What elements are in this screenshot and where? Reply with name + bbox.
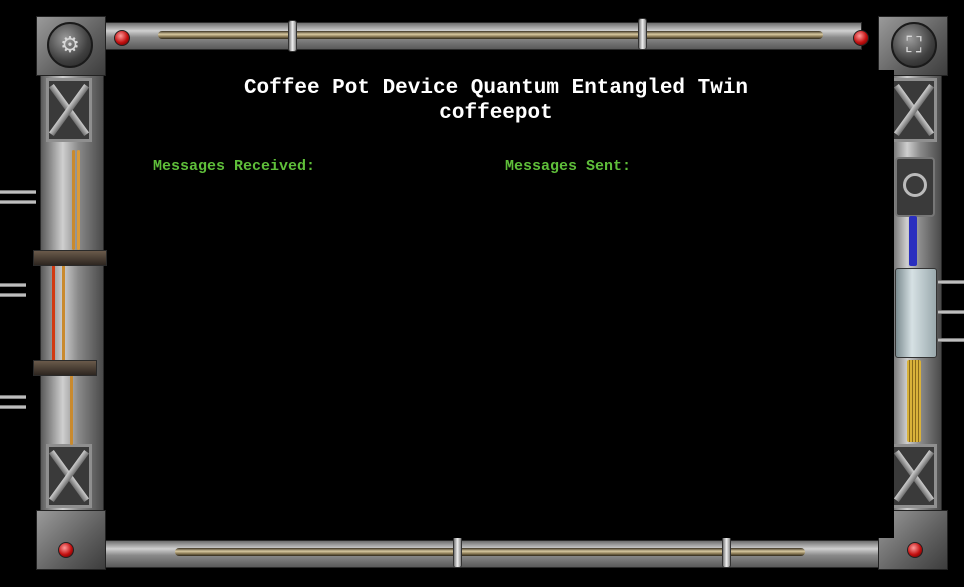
wire bbox=[909, 216, 917, 266]
pipe-stub bbox=[938, 338, 964, 342]
page-title: Coffee Pot Device Quantum Entangled Twin… bbox=[140, 76, 852, 126]
indicator-led bbox=[58, 542, 74, 558]
pipe-stub bbox=[938, 280, 964, 284]
wire bbox=[907, 360, 921, 442]
dial-gauge bbox=[895, 157, 935, 217]
frame-bottom-pipe bbox=[175, 548, 805, 556]
x-brace bbox=[891, 444, 937, 508]
x-brace bbox=[46, 444, 92, 508]
pipe-clamp bbox=[722, 536, 731, 568]
x-brace bbox=[891, 78, 937, 142]
indicator-led bbox=[853, 30, 869, 46]
messages-sent-label: Messages Sent: bbox=[505, 158, 632, 175]
wire bbox=[77, 150, 80, 250]
messages-received-list bbox=[153, 182, 483, 522]
expand-icon[interactable]: ⛶ bbox=[891, 22, 937, 68]
title-line-1: Coffee Pot Device Quantum Entangled Twin bbox=[243, 77, 749, 100]
frame-top-pipe bbox=[158, 31, 823, 39]
wire-clip bbox=[33, 250, 107, 266]
wire bbox=[70, 375, 73, 445]
pipe-stub bbox=[0, 405, 26, 409]
pipe-stub bbox=[0, 293, 26, 297]
corner-bottom-left bbox=[36, 510, 106, 570]
pipe-clamp bbox=[453, 536, 462, 568]
wire bbox=[62, 265, 65, 365]
messages-sent-list bbox=[505, 182, 865, 522]
pipe-stub bbox=[938, 310, 964, 314]
wire bbox=[52, 265, 55, 365]
control-panel bbox=[895, 268, 937, 358]
title-line-2: coffeepot bbox=[439, 102, 553, 125]
indicator-led bbox=[114, 30, 130, 46]
x-brace bbox=[46, 78, 92, 142]
messages-received-label: Messages Received: bbox=[153, 158, 316, 175]
pipe-stub bbox=[0, 200, 36, 204]
wire bbox=[72, 150, 75, 250]
pipe-stub bbox=[0, 395, 26, 399]
indicator-led bbox=[907, 542, 923, 558]
pipe-stub bbox=[0, 283, 26, 287]
pipe-stub bbox=[0, 190, 36, 194]
wire-clip bbox=[33, 360, 97, 376]
pipe-clamp bbox=[288, 20, 297, 52]
pipe-clamp bbox=[638, 18, 647, 50]
gear-icon[interactable]: ⚙ bbox=[47, 22, 93, 68]
